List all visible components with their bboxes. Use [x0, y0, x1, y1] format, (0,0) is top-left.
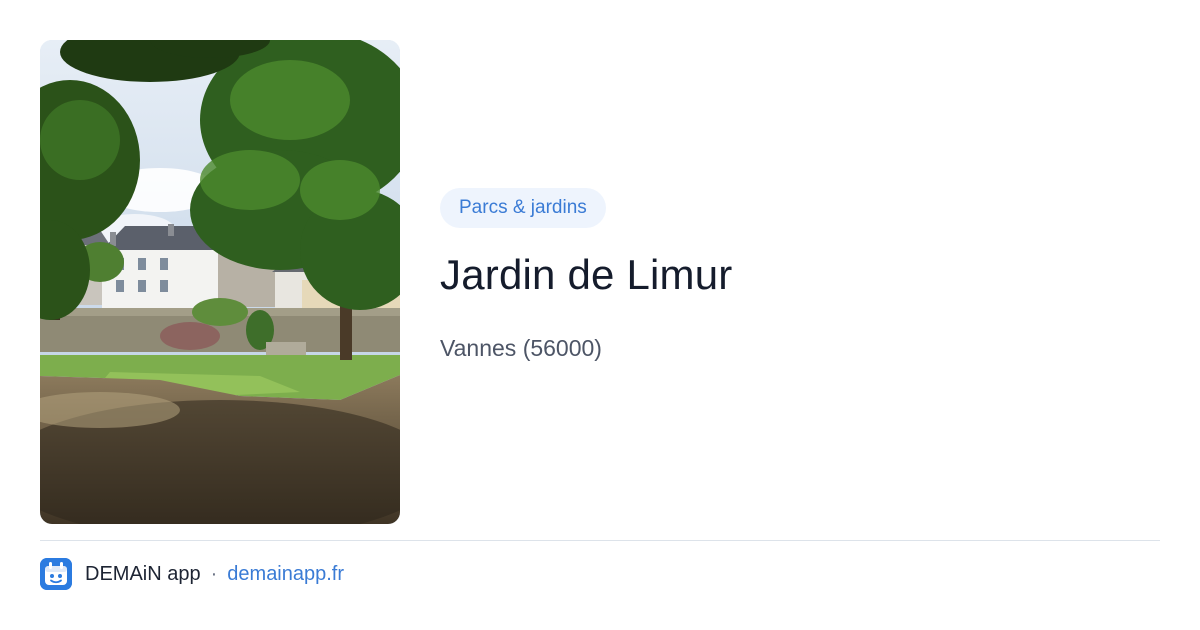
share-card: Parcs & jardins Jardin de Limur Vannes (…: [0, 0, 1200, 630]
place-title: Jardin de Limur: [440, 251, 733, 298]
footer: DEMAiN app · demainapp.fr: [40, 557, 344, 591]
place-info: Parcs & jardins Jardin de Limur Vannes (…: [440, 188, 1160, 363]
app-name: DEMAiN app: [85, 562, 201, 585]
place-location: Vannes (56000): [440, 335, 602, 361]
footer-separator: ·: [210, 562, 218, 585]
footer-divider: [40, 540, 1160, 541]
category-badge[interactable]: Parcs & jardins: [440, 188, 606, 228]
app-url-link[interactable]: demainapp.fr: [227, 563, 344, 586]
demain-app-icon: [40, 558, 72, 590]
place-photo: [40, 40, 400, 524]
